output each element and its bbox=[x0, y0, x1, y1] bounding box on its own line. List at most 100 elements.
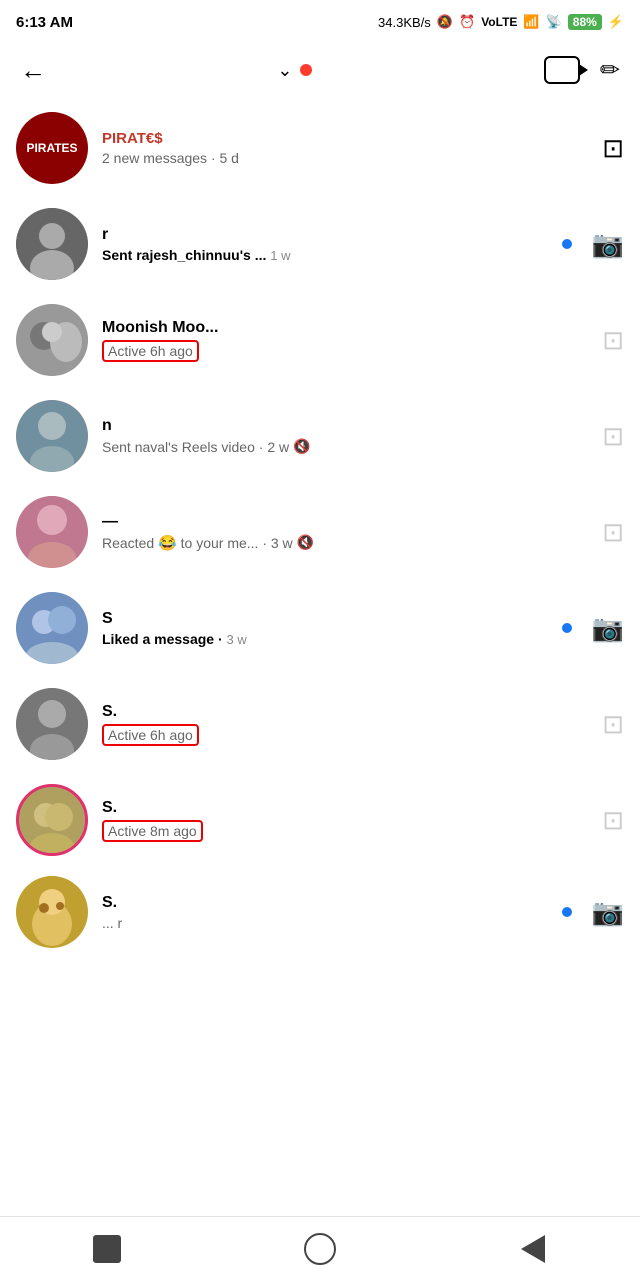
home-icon bbox=[304, 1233, 336, 1265]
camera-icon: ⊡ bbox=[602, 133, 624, 163]
camera-icon: ⊡ bbox=[602, 325, 624, 355]
conv-sub-row: Active 6h ago bbox=[102, 340, 592, 362]
conversation-item[interactable]: S Liked a message · 3 w 📷 bbox=[0, 580, 640, 676]
avatar-wrap bbox=[16, 208, 88, 280]
nav-center: ⌄ bbox=[277, 60, 312, 81]
charging-icon: ⚡ bbox=[608, 14, 624, 30]
camera-icon: ⊡ bbox=[602, 709, 624, 739]
camera-icon-wrap: ⊡ bbox=[602, 709, 624, 740]
wifi-icon: 📡 bbox=[546, 14, 562, 30]
unread-indicator bbox=[562, 907, 582, 917]
conv-sub-row: Sent rajesh_chinnuu's ... 1 w bbox=[102, 247, 562, 263]
conv-sub-row: Active 8m ago bbox=[102, 820, 592, 842]
conv-name: n bbox=[102, 417, 592, 435]
conversation-item[interactable]: S. Active 6h ago ⊡ bbox=[0, 676, 640, 772]
camera-icon: 📷 bbox=[592, 613, 624, 643]
conv-content: S Liked a message · 3 w bbox=[102, 610, 562, 647]
compose-button[interactable]: ✏ bbox=[600, 56, 620, 85]
conv-subtext: Sent rajesh_chinnuu's ... 1 w bbox=[102, 247, 291, 263]
avatar bbox=[16, 208, 88, 280]
unread-dot bbox=[562, 239, 572, 249]
avatar-wrap bbox=[16, 592, 88, 664]
active-status-box: Active 8m ago bbox=[102, 820, 203, 842]
nav-left: ← bbox=[20, 55, 46, 86]
conv-content: S. Active 6h ago bbox=[102, 703, 592, 746]
camera-icon-wrap: ⊡ bbox=[602, 325, 624, 356]
conv-subtext: Sent naval's Reels video · 2 w bbox=[102, 439, 289, 455]
back-button-nav[interactable] bbox=[505, 1221, 561, 1277]
conversation-list: PIRATES PIRAT€$ 2 new messages · 5 d ⊡ bbox=[0, 100, 640, 956]
chevron-down-icon[interactable]: ⌄ bbox=[277, 60, 292, 81]
conversation-item[interactable]: — Reacted 😂 to your me... · 3 w 🔇 ⊡ bbox=[0, 484, 640, 580]
conv-sub-row: ... r bbox=[102, 915, 562, 931]
avatar-wrap: PIRATES bbox=[16, 112, 88, 184]
conversation-item[interactable]: PIRATES PIRAT€$ 2 new messages · 5 d ⊡ bbox=[0, 100, 640, 196]
status-bar: 6:13 AM 34.3KB/s 🔕 ⏰ VoLTE 📶 📡 88% ⚡ bbox=[0, 0, 640, 40]
camera-icon: ⊡ bbox=[602, 805, 624, 835]
network-speed: 34.3KB/s bbox=[378, 15, 431, 30]
avatar-wrap bbox=[16, 688, 88, 760]
camera-icon-wrap: 📷 bbox=[592, 897, 624, 928]
bottom-navigation bbox=[0, 1216, 640, 1280]
conversation-item[interactable]: S. Active 8m ago ⊡ bbox=[0, 772, 640, 868]
signal-icon: 📶 bbox=[523, 14, 539, 30]
alarm-icon: ⏰ bbox=[459, 14, 475, 30]
conv-sub-row: Reacted 😂 to your me... · 3 w 🔇 bbox=[102, 534, 592, 552]
conv-name: S. bbox=[102, 894, 562, 912]
camera-icon-wrap: 📷 bbox=[592, 613, 624, 644]
camera-icon: ⊡ bbox=[602, 517, 624, 547]
unread-indicator bbox=[562, 623, 582, 633]
conv-name: — bbox=[102, 513, 592, 531]
conversation-item[interactable]: Moonish Moo... Active 6h ago ⊡ bbox=[0, 292, 640, 388]
conv-name: Moonish Moo... bbox=[102, 319, 592, 337]
avatar bbox=[16, 876, 88, 948]
stop-icon bbox=[93, 1235, 121, 1263]
camera-icon: 📷 bbox=[592, 229, 624, 259]
stop-button[interactable] bbox=[79, 1221, 135, 1277]
avatar bbox=[16, 304, 88, 376]
avatar bbox=[16, 400, 88, 472]
mute-icon: 🔇 bbox=[293, 438, 310, 455]
conversation-item[interactable]: n Sent naval's Reels video · 2 w 🔇 ⊡ bbox=[0, 388, 640, 484]
active-status-box: Active 6h ago bbox=[102, 724, 199, 746]
conv-content: S. ... r bbox=[102, 894, 562, 931]
status-time: 6:13 AM bbox=[16, 14, 73, 31]
conv-sub-row: 2 new messages · 5 d bbox=[102, 150, 592, 166]
conv-subtext: Liked a message · 3 w bbox=[102, 631, 247, 647]
status-right: 34.3KB/s 🔕 ⏰ VoLTE 📶 📡 88% ⚡ bbox=[378, 14, 624, 30]
conv-content: PIRAT€$ 2 new messages · 5 d bbox=[102, 130, 592, 166]
back-button[interactable]: ← bbox=[20, 55, 46, 86]
conversation-item[interactable]: r Sent rajesh_chinnuu's ... 1 w 📷 bbox=[0, 196, 640, 292]
avatar bbox=[16, 784, 88, 856]
camera-icon: ⊡ bbox=[602, 421, 624, 451]
top-navigation: ← ⌄ ✏ bbox=[0, 40, 640, 100]
conv-content: S. Active 8m ago bbox=[102, 799, 592, 842]
live-indicator-dot bbox=[300, 64, 312, 76]
conv-content: n Sent naval's Reels video · 2 w 🔇 bbox=[102, 417, 592, 455]
video-call-button[interactable] bbox=[544, 56, 580, 84]
mute-icon: 🔇 bbox=[297, 534, 314, 551]
unread-dot bbox=[562, 623, 572, 633]
unread-dot bbox=[562, 907, 572, 917]
conv-subtext: Reacted 😂 to your me... · 3 w bbox=[102, 534, 293, 552]
conv-sub-row: Sent naval's Reels video · 2 w 🔇 bbox=[102, 438, 592, 455]
avatar-wrap bbox=[16, 304, 88, 376]
back-icon bbox=[521, 1235, 545, 1263]
home-button[interactable] bbox=[292, 1221, 348, 1277]
nav-right: ✏ bbox=[544, 56, 620, 85]
camera-icon: 📷 bbox=[592, 897, 624, 927]
camera-icon-wrap: ⊡ bbox=[602, 133, 624, 164]
mute-icon: 🔕 bbox=[437, 14, 453, 30]
conv-name: S. bbox=[102, 799, 592, 817]
avatar bbox=[16, 688, 88, 760]
avatar-wrap bbox=[16, 876, 88, 948]
active-status-box: Active 6h ago bbox=[102, 340, 199, 362]
camera-icon-wrap: ⊡ bbox=[602, 421, 624, 452]
conversation-item[interactable]: S. ... r 📷 bbox=[0, 868, 640, 956]
avatar-wrap bbox=[16, 496, 88, 568]
conv-content: Moonish Moo... Active 6h ago bbox=[102, 319, 592, 362]
camera-icon-wrap: ⊡ bbox=[602, 805, 624, 836]
battery-indicator: 88% bbox=[568, 14, 602, 30]
conv-sub-row: Liked a message · 3 w bbox=[102, 631, 562, 647]
conv-subtext: ... r bbox=[102, 915, 122, 931]
